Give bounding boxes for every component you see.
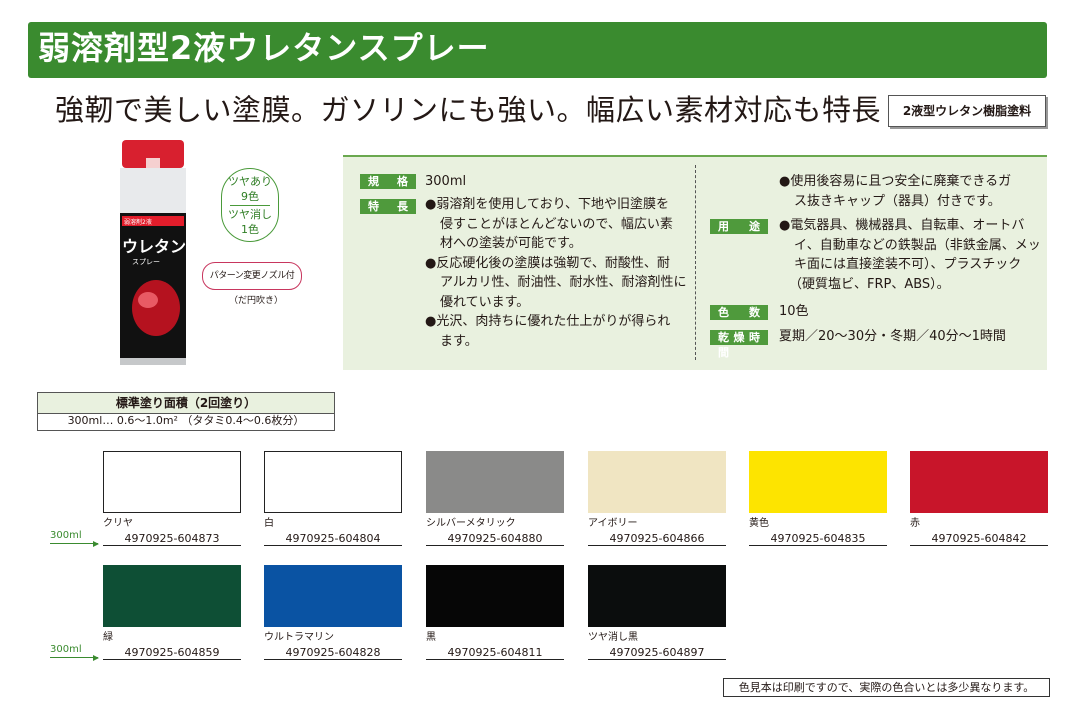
nozzle-badge: パターン変更ノズル付 [202,262,302,290]
gloss-count: 9色 [241,190,259,203]
features-line: ●弱溶剤を使用しており、下地や旧塗膜を [425,197,670,212]
color-swatch [264,565,402,627]
color-swatch [588,451,726,513]
can-label-small: 弱溶剤2液 [124,218,152,226]
swatch-product-code: 4970925-604842 [910,532,1048,546]
use-line: キ面には直接塗装不可）、プラスチック [794,257,1022,272]
product-type-label: 2液型ウレタン樹脂塗料 [888,95,1046,127]
tagline: 強靭で美しい塗膜。ガソリンにも強い。幅広い素材対応も特長 [55,93,882,127]
badge-divider [230,205,270,206]
swatch-product-code: 4970925-604859 [103,646,241,660]
swatch-name: 赤 [910,518,920,529]
arrow-icon [93,541,99,547]
use-list: ●電気器具、機械器具、自転車、オートバ イ、自動車などの鉄製品（非鉄金属、メッ … [779,216,1044,294]
features-list: ●弱溶剤を使用しており、下地や旧塗膜を 侵すことがほとんどないので、幅広い素 材… [425,195,690,351]
color-swatch [264,451,402,513]
swatch-product-code: 4970925-604835 [749,532,887,546]
arrow-icon [93,655,99,661]
swatch-product-code: 4970925-604811 [426,646,564,660]
use-tag: 用 途 [710,219,768,234]
color-disclaimer: 色見本は印刷ですので、実際の色合いとは多少異なります。 [723,678,1050,697]
matte-count: 1色 [241,223,259,236]
swatch-product-code: 4970925-604897 [588,646,726,660]
features-tag: 特 長 [360,199,416,214]
gloss-count-badge: ツヤあり 9色 ツヤ消し 1色 [221,168,279,242]
nozzle-note: （だ円吹き） [229,296,284,306]
volume-label-row1: 300ml [50,530,82,541]
features-line: ●光沢、肉持ちに優れた仕上がりが得られ [425,314,671,329]
features-line: 優れています。 [440,294,530,310]
colors-tag: 色 数 [710,305,768,320]
coverage-heading: 標準塗り面積（2回塗り） [37,392,335,414]
color-swatch [103,451,241,513]
capacity-value: 300ml [425,174,467,189]
can-label-sub: スプレー [132,258,160,266]
swatch-name: 黒 [426,632,436,643]
disposal-text: ●使用後容易に且つ安全に廃棄できるガ ス抜きキャップ（器具）付きです。 [779,172,1044,211]
coverage-value: 300ml… 0.6〜1.0m² （タタミ0.4〜0.6枚分） [37,412,335,431]
swatch-product-code: 4970925-604866 [588,532,726,546]
page-title: 弱溶剤型2液ウレタンスプレー [38,29,490,67]
volume-label-row2: 300ml [50,644,82,655]
color-swatch [103,565,241,627]
color-swatch [588,565,726,627]
volume-line [50,657,98,658]
features-line: 材への塗装が可能です。 [440,236,582,251]
capacity-tag: 規 格 [360,174,416,189]
color-swatch [426,565,564,627]
disposal-line: ス抜きキャップ（器具）付きです。 [794,193,1001,209]
features-line: ●反応硬化後の塗膜は強靭で、耐酸性、耐 [425,255,670,271]
swatch-name: ウルトラマリン [264,632,334,643]
use-line: ●電気器具、機械器具、自転車、オートバ [779,218,1025,233]
swatch-name: ツヤ消し黒 [588,632,638,643]
disposal-line: ●使用後容易に且つ安全に廃棄できるガ [779,174,1012,189]
features-line: 侵すことがほとんどないので、幅広い素 [440,216,673,232]
swatch-name: アイボリー [588,518,638,529]
swatch-product-code: 4970925-604828 [264,646,402,660]
dry-time-tag: 乾燥時間 [710,330,768,359]
swatch-name: 緑 [103,632,113,643]
gloss-line: ツヤあり [228,175,272,188]
spec-divider [695,165,696,360]
can-label-big: ウレタン [122,237,186,256]
color-swatch [749,451,887,513]
colors-value: 10色 [779,304,809,319]
dry-time-value: 夏期／20〜30分・冬期／40分〜1時間 [779,329,1006,344]
matte-line: ツヤ消し [228,208,272,221]
color-swatch [910,451,1048,513]
use-line: （硬質塩ビ、FRP、ABS）。 [789,276,950,292]
swatch-product-code: 4970925-604880 [426,532,564,546]
features-line: ます。 [440,333,478,349]
swatch-product-code: 4970925-604873 [103,532,241,546]
swatch-name: シルバーメタリック [426,518,516,529]
features-line: アルカリ性、耐油性、耐水性、耐溶剤性に [440,275,687,290]
volume-line [50,543,98,544]
swatch-name: 白 [264,518,274,529]
use-line: イ、自動車などの鉄製品（非鉄金属、メッ [794,237,1041,253]
color-swatch [426,451,564,513]
swatch-name: クリヤ [103,518,133,529]
swatch-product-code: 4970925-604804 [264,532,402,546]
swatch-name: 黄色 [749,518,769,529]
spray-can-image: 弱溶剤2液 ウレタン スプレー [120,140,186,365]
